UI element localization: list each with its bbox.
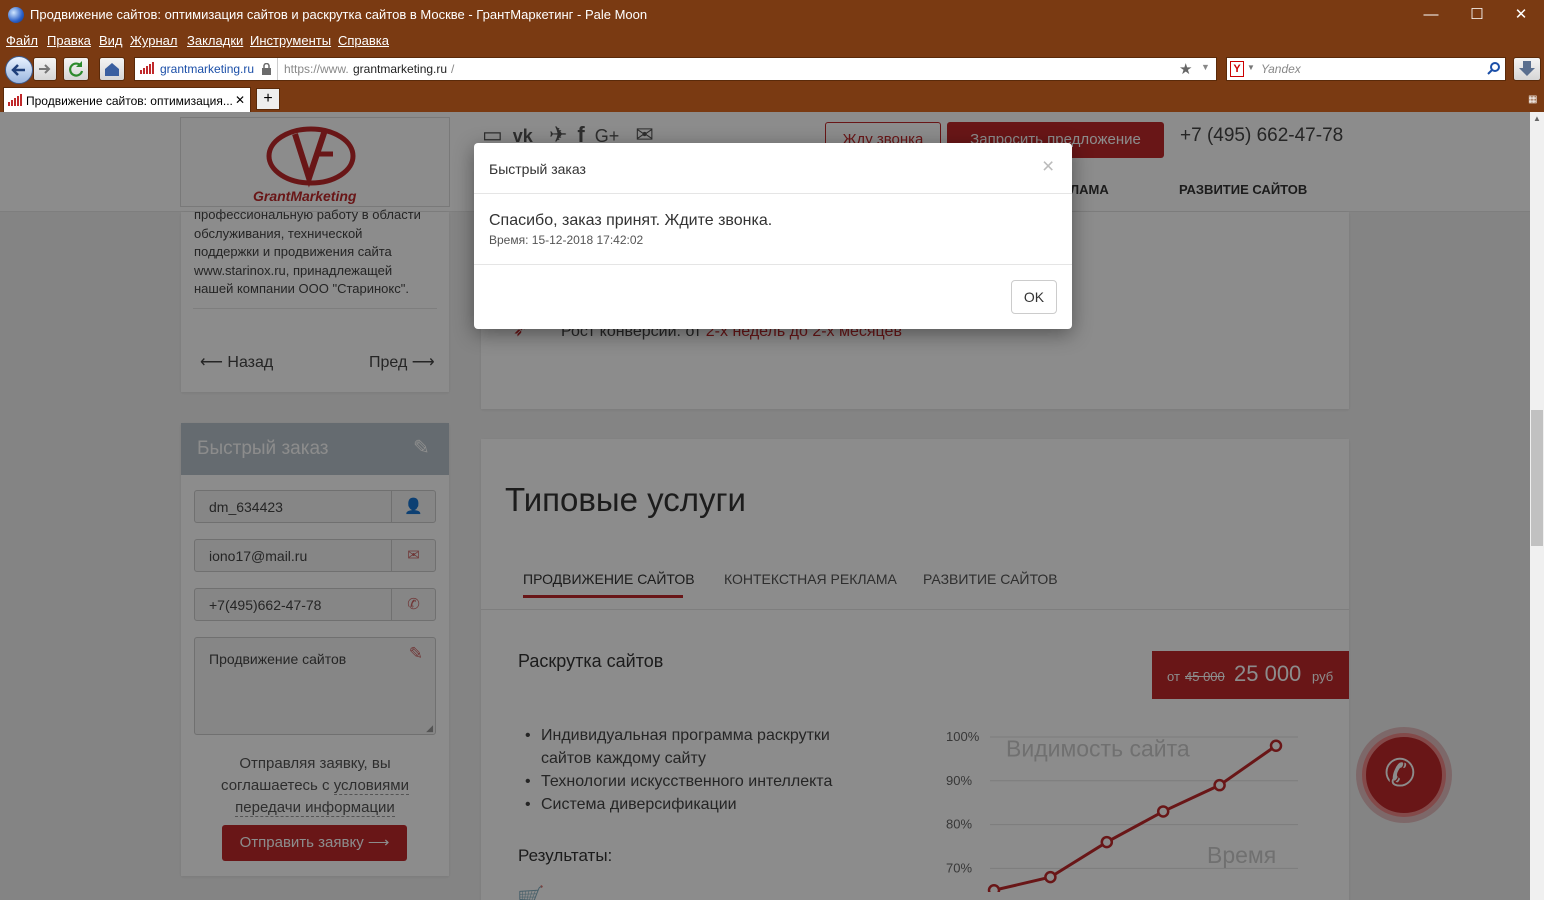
menu-bookmarks[interactable]: Закладки: [187, 33, 243, 48]
engine-dropdown-icon[interactable]: ▼: [1247, 63, 1255, 72]
dialog-title: Быстрый заказ: [489, 161, 586, 177]
home-icon: [105, 63, 119, 76]
menu-edit[interactable]: Правка: [47, 33, 91, 48]
url-dropdown-icon[interactable]: ▼: [1201, 62, 1210, 72]
menu-history[interactable]: Журнал: [130, 33, 177, 48]
search-placeholder: Yandex: [1261, 62, 1301, 76]
reload-icon: [69, 61, 84, 77]
window-titlebar: Продвижение сайтов: оптимизация сайтов и…: [0, 0, 1544, 30]
dialog-message: Спасибо, заказ принят. Ждите звонка.: [489, 212, 773, 229]
url-host: grantmarketing.ru: [353, 62, 448, 76]
menu-bar: Файл Правка Вид Журнал Закладки Инструме…: [0, 30, 1544, 52]
window-title: Продвижение сайтов: оптимизация сайтов и…: [30, 7, 648, 22]
downloads-button[interactable]: [1513, 57, 1541, 81]
bookmark-star-icon[interactable]: ★: [1179, 60, 1192, 78]
tab-bar: Продвижение сайтов: оптимизация... ✕ + ▦: [0, 85, 1544, 112]
yandex-engine-icon[interactable]: Y: [1230, 61, 1244, 77]
menu-file[interactable]: Файл: [6, 33, 38, 48]
home-button[interactable]: [99, 57, 125, 81]
new-tab-button[interactable]: +: [256, 88, 280, 110]
search-bar[interactable]: Y ▼ Yandex: [1226, 57, 1506, 81]
download-arrow-icon: [1519, 61, 1535, 76]
web-page: GrantMarketing ▭vk ✈fG+ ✉ Жду звонка Зап…: [0, 112, 1530, 900]
reload-button[interactable]: [63, 57, 89, 81]
arrow-left-icon: [11, 64, 25, 76]
dialog-close-icon[interactable]: ×: [1042, 155, 1054, 179]
minimize-button[interactable]: —: [1408, 0, 1454, 30]
site-identity-badge[interactable]: grantmarketing.ru: [160, 62, 254, 76]
address-bar[interactable]: grantmarketing.ru https://www. grantmarke…: [134, 57, 1217, 81]
close-window-button[interactable]: ✕: [1498, 0, 1544, 30]
dialog-time: Время: 15-12-2018 17:42:02: [489, 233, 644, 247]
back-button[interactable]: [5, 56, 33, 84]
lock-icon: [261, 62, 272, 78]
maximize-button[interactable]: ☐: [1454, 0, 1500, 30]
signal-icon: [139, 61, 155, 75]
pale-moon-icon: [8, 7, 24, 23]
dialog-ok-button[interactable]: OK: [1011, 280, 1057, 314]
url-prefix: https://www.: [284, 62, 349, 76]
search-icon[interactable]: [1487, 61, 1501, 78]
scrollbar-thumb[interactable]: [1531, 410, 1543, 546]
tab-active[interactable]: Продвижение сайтов: оптимизация... ✕: [3, 87, 251, 112]
menu-view[interactable]: Вид: [99, 33, 123, 48]
arrow-right-icon: [39, 64, 51, 74]
tab-title: Продвижение сайтов: оптимизация...: [26, 94, 233, 108]
quick-order-dialog: Быстрый заказ × Спасибо, заказ принят. Ж…: [474, 143, 1072, 329]
url-path: /: [451, 62, 455, 76]
menu-tools[interactable]: Инструменты: [250, 33, 331, 48]
tab-list-icon[interactable]: ▦: [1528, 94, 1537, 105]
tab-favicon-icon: [7, 93, 23, 110]
scroll-up-icon[interactable]: ▲: [1533, 114, 1541, 123]
menu-help[interactable]: Справка: [338, 33, 389, 48]
tab-close-icon[interactable]: ✕: [235, 93, 245, 107]
forward-button[interactable]: [33, 57, 57, 81]
navigation-toolbar: grantmarketing.ru https://www. grantmarke…: [0, 52, 1544, 85]
